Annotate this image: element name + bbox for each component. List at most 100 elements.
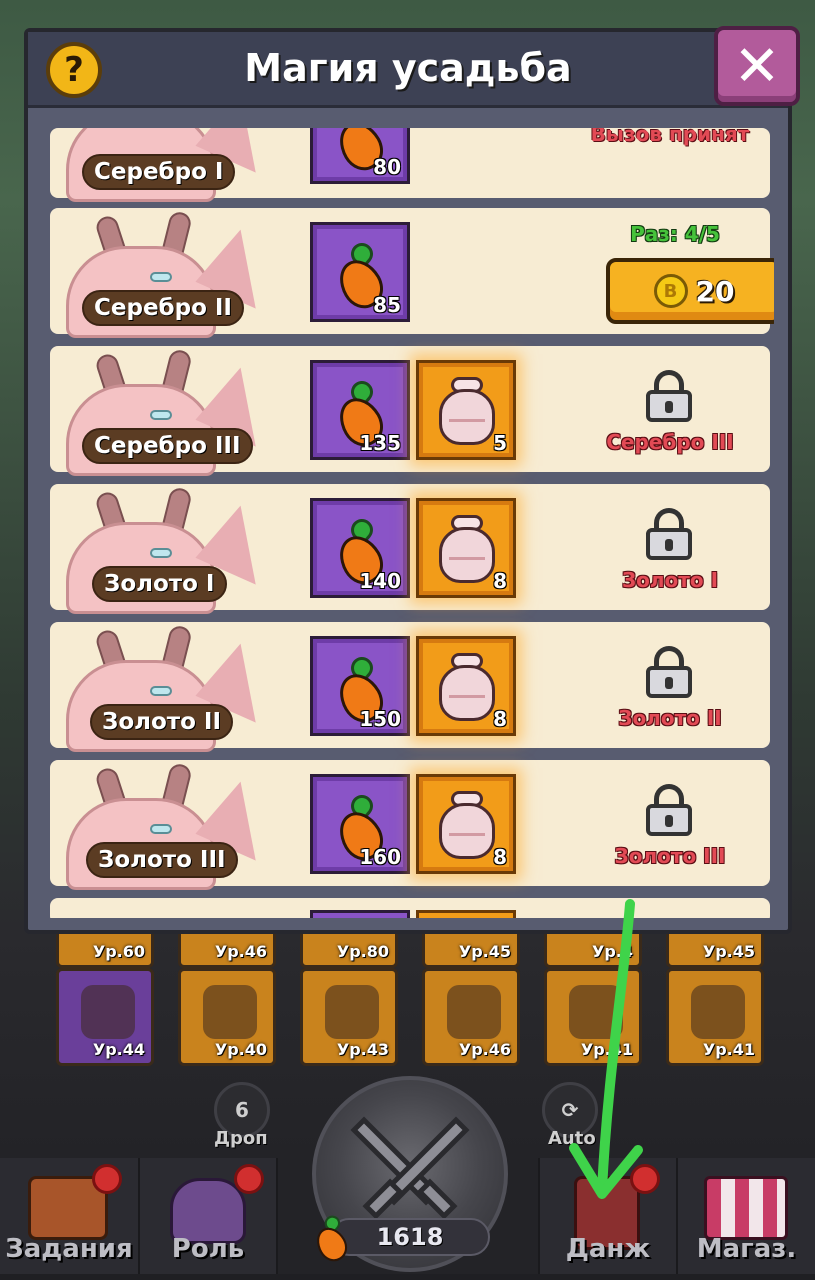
nav-label-shop: Магаз. xyxy=(696,1234,797,1264)
nav-tab-role[interactable]: Роль xyxy=(140,1158,278,1274)
pot-icon xyxy=(439,377,495,445)
belt-icon xyxy=(325,985,379,1039)
reward-quantity: 150 xyxy=(359,707,401,731)
reward-carrot[interactable]: 135 xyxy=(310,360,410,460)
annotation-arrow-icon xyxy=(569,899,643,1199)
pot-icon xyxy=(439,791,495,859)
close-icon: ✕ xyxy=(733,33,781,99)
equip-level: Ур.40 xyxy=(214,1040,267,1059)
pet-avatar: Серебро I xyxy=(56,128,283,202)
equip-slot-8[interactable]: Ур.40 xyxy=(178,968,276,1066)
lock-icon xyxy=(646,784,692,836)
list-item: Серебро III 135 5 Серебро III xyxy=(50,346,770,476)
pet-avatar: Золото I xyxy=(56,484,283,614)
reward-carrot[interactable]: 160 xyxy=(310,774,410,874)
reward-pot[interactable] xyxy=(416,910,516,918)
reward-quantity: 140 xyxy=(359,569,401,593)
challenge-price: 20 xyxy=(695,274,735,308)
attempts-counter: Раз: 4/5 xyxy=(630,222,720,246)
nav-label-role: Роль xyxy=(171,1234,245,1264)
reward-quantity: 135 xyxy=(359,431,401,455)
drop-label: Дроп xyxy=(214,1128,268,1149)
reward-carrot[interactable] xyxy=(310,910,410,918)
carrot-icon xyxy=(310,1212,353,1267)
pet-avatar: Серебро II xyxy=(56,208,283,338)
equip-level: Ур.43 xyxy=(336,1040,389,1059)
reward-pot[interactable]: 8 xyxy=(416,636,516,736)
list-item: Золото III 160 8 Золото III xyxy=(50,760,770,890)
equip-slot-7[interactable]: Ур.44 xyxy=(56,968,154,1066)
equip-level: Ур.41 xyxy=(702,1040,755,1059)
status-cell: Золото II xyxy=(570,622,770,748)
reward-carrot[interactable]: 150 xyxy=(310,636,410,736)
status-cell: Серебро III xyxy=(570,346,770,472)
list-item: Золото II 150 8 Золото II xyxy=(50,622,770,752)
pet-avatar: Золото III xyxy=(56,760,283,890)
pet-avatar: Золото II xyxy=(56,622,283,752)
required-rank: Золото II xyxy=(618,706,722,730)
reward-pot[interactable]: 8 xyxy=(416,774,516,874)
required-rank: Золото III xyxy=(614,844,726,868)
notification-badge xyxy=(92,1164,122,1194)
equip-level: Ур.45 xyxy=(702,942,755,961)
challenge-button[interactable]: B 20 xyxy=(606,258,774,324)
list-item: Серебро II 85 Раз: 4/5 B 20 xyxy=(50,208,774,338)
required-rank: Серебро III xyxy=(606,430,734,454)
status-cell: Золото III xyxy=(570,760,770,886)
rank-label: Серебро I xyxy=(82,154,236,190)
pot-icon xyxy=(439,515,495,583)
equip-level: Ур.44 xyxy=(92,1040,145,1059)
reward-quantity: 85 xyxy=(373,293,401,317)
reward-pot[interactable]: 8 xyxy=(416,498,516,598)
equip-slot-9[interactable]: Ур.43 xyxy=(300,968,398,1066)
reward-list[interactable]: Серебро I 80 Вызов принят Серебро II 85 … xyxy=(50,128,774,918)
rank-label: Золото III xyxy=(86,842,238,878)
required-rank: Золото I xyxy=(621,568,719,592)
list-item: Золото I 140 8 Золото I xyxy=(50,484,770,614)
rank-label: Золото II xyxy=(90,704,234,740)
reward-pot[interactable]: 5 xyxy=(416,360,516,460)
rank-label: Серебро II xyxy=(82,290,244,326)
pot-icon xyxy=(439,653,495,721)
nav-tab-tasks[interactable]: Задания xyxy=(0,1158,140,1274)
power-value: 1618 xyxy=(330,1218,490,1256)
reward-quantity: 160 xyxy=(359,845,401,869)
lock-icon xyxy=(646,508,692,560)
reward-quantity: 80 xyxy=(373,155,401,179)
gloves-icon xyxy=(81,985,135,1039)
coin-icon: B xyxy=(653,274,688,308)
equip-slot-10[interactable]: Ур.46 xyxy=(422,968,520,1066)
reward-carrot[interactable]: 85 xyxy=(310,222,410,322)
shield-icon xyxy=(203,985,257,1039)
drop-count: 6 xyxy=(235,1098,249,1122)
equip-level: Ур.46 xyxy=(458,1040,511,1059)
armor-icon xyxy=(447,985,501,1039)
challenge-accepted-text: Вызов принят xyxy=(590,128,750,146)
equip-level: Ур.60 xyxy=(92,942,145,961)
lock-icon xyxy=(646,646,692,698)
rank-label: Золото I xyxy=(92,566,227,602)
list-item: Серебро I 80 Вызов принят xyxy=(50,128,770,202)
dialog-header: ? Магия усадьба xyxy=(28,32,788,108)
equip-level: Ур.46 xyxy=(214,942,267,961)
reward-quantity: 8 xyxy=(493,569,507,593)
reward-carrot[interactable]: 80 xyxy=(310,128,410,184)
magic-manor-dialog: ? Магия усадьба ✕ Серебро I 80 Вызов при… xyxy=(24,26,800,934)
game-screen: Ур.60 Ур.46 Ур.80 Ур.45 Ур.4 Ур.45 Ур.44… xyxy=(0,0,815,1280)
reward-quantity: 8 xyxy=(493,707,507,731)
lock-icon xyxy=(646,370,692,422)
pet-avatar: Серебро III xyxy=(56,346,283,476)
shop-awning-icon xyxy=(704,1176,788,1240)
rank-label: Серебро III xyxy=(82,428,253,464)
status-cell: Золото I xyxy=(570,484,770,610)
reward-quantity: 8 xyxy=(493,845,507,869)
status-cell: Раз: 4/5 B 20 xyxy=(570,208,774,334)
notification-badge xyxy=(234,1164,264,1194)
nav-label-tasks: Задания xyxy=(5,1234,133,1264)
close-button[interactable]: ✕ xyxy=(714,26,800,106)
equip-level: Ур.45 xyxy=(458,942,511,961)
reward-carrot[interactable]: 140 xyxy=(310,498,410,598)
nav-label-dungeon: Данж xyxy=(565,1234,651,1264)
equip-level: Ур.80 xyxy=(336,942,389,961)
reward-quantity: 5 xyxy=(493,431,507,455)
